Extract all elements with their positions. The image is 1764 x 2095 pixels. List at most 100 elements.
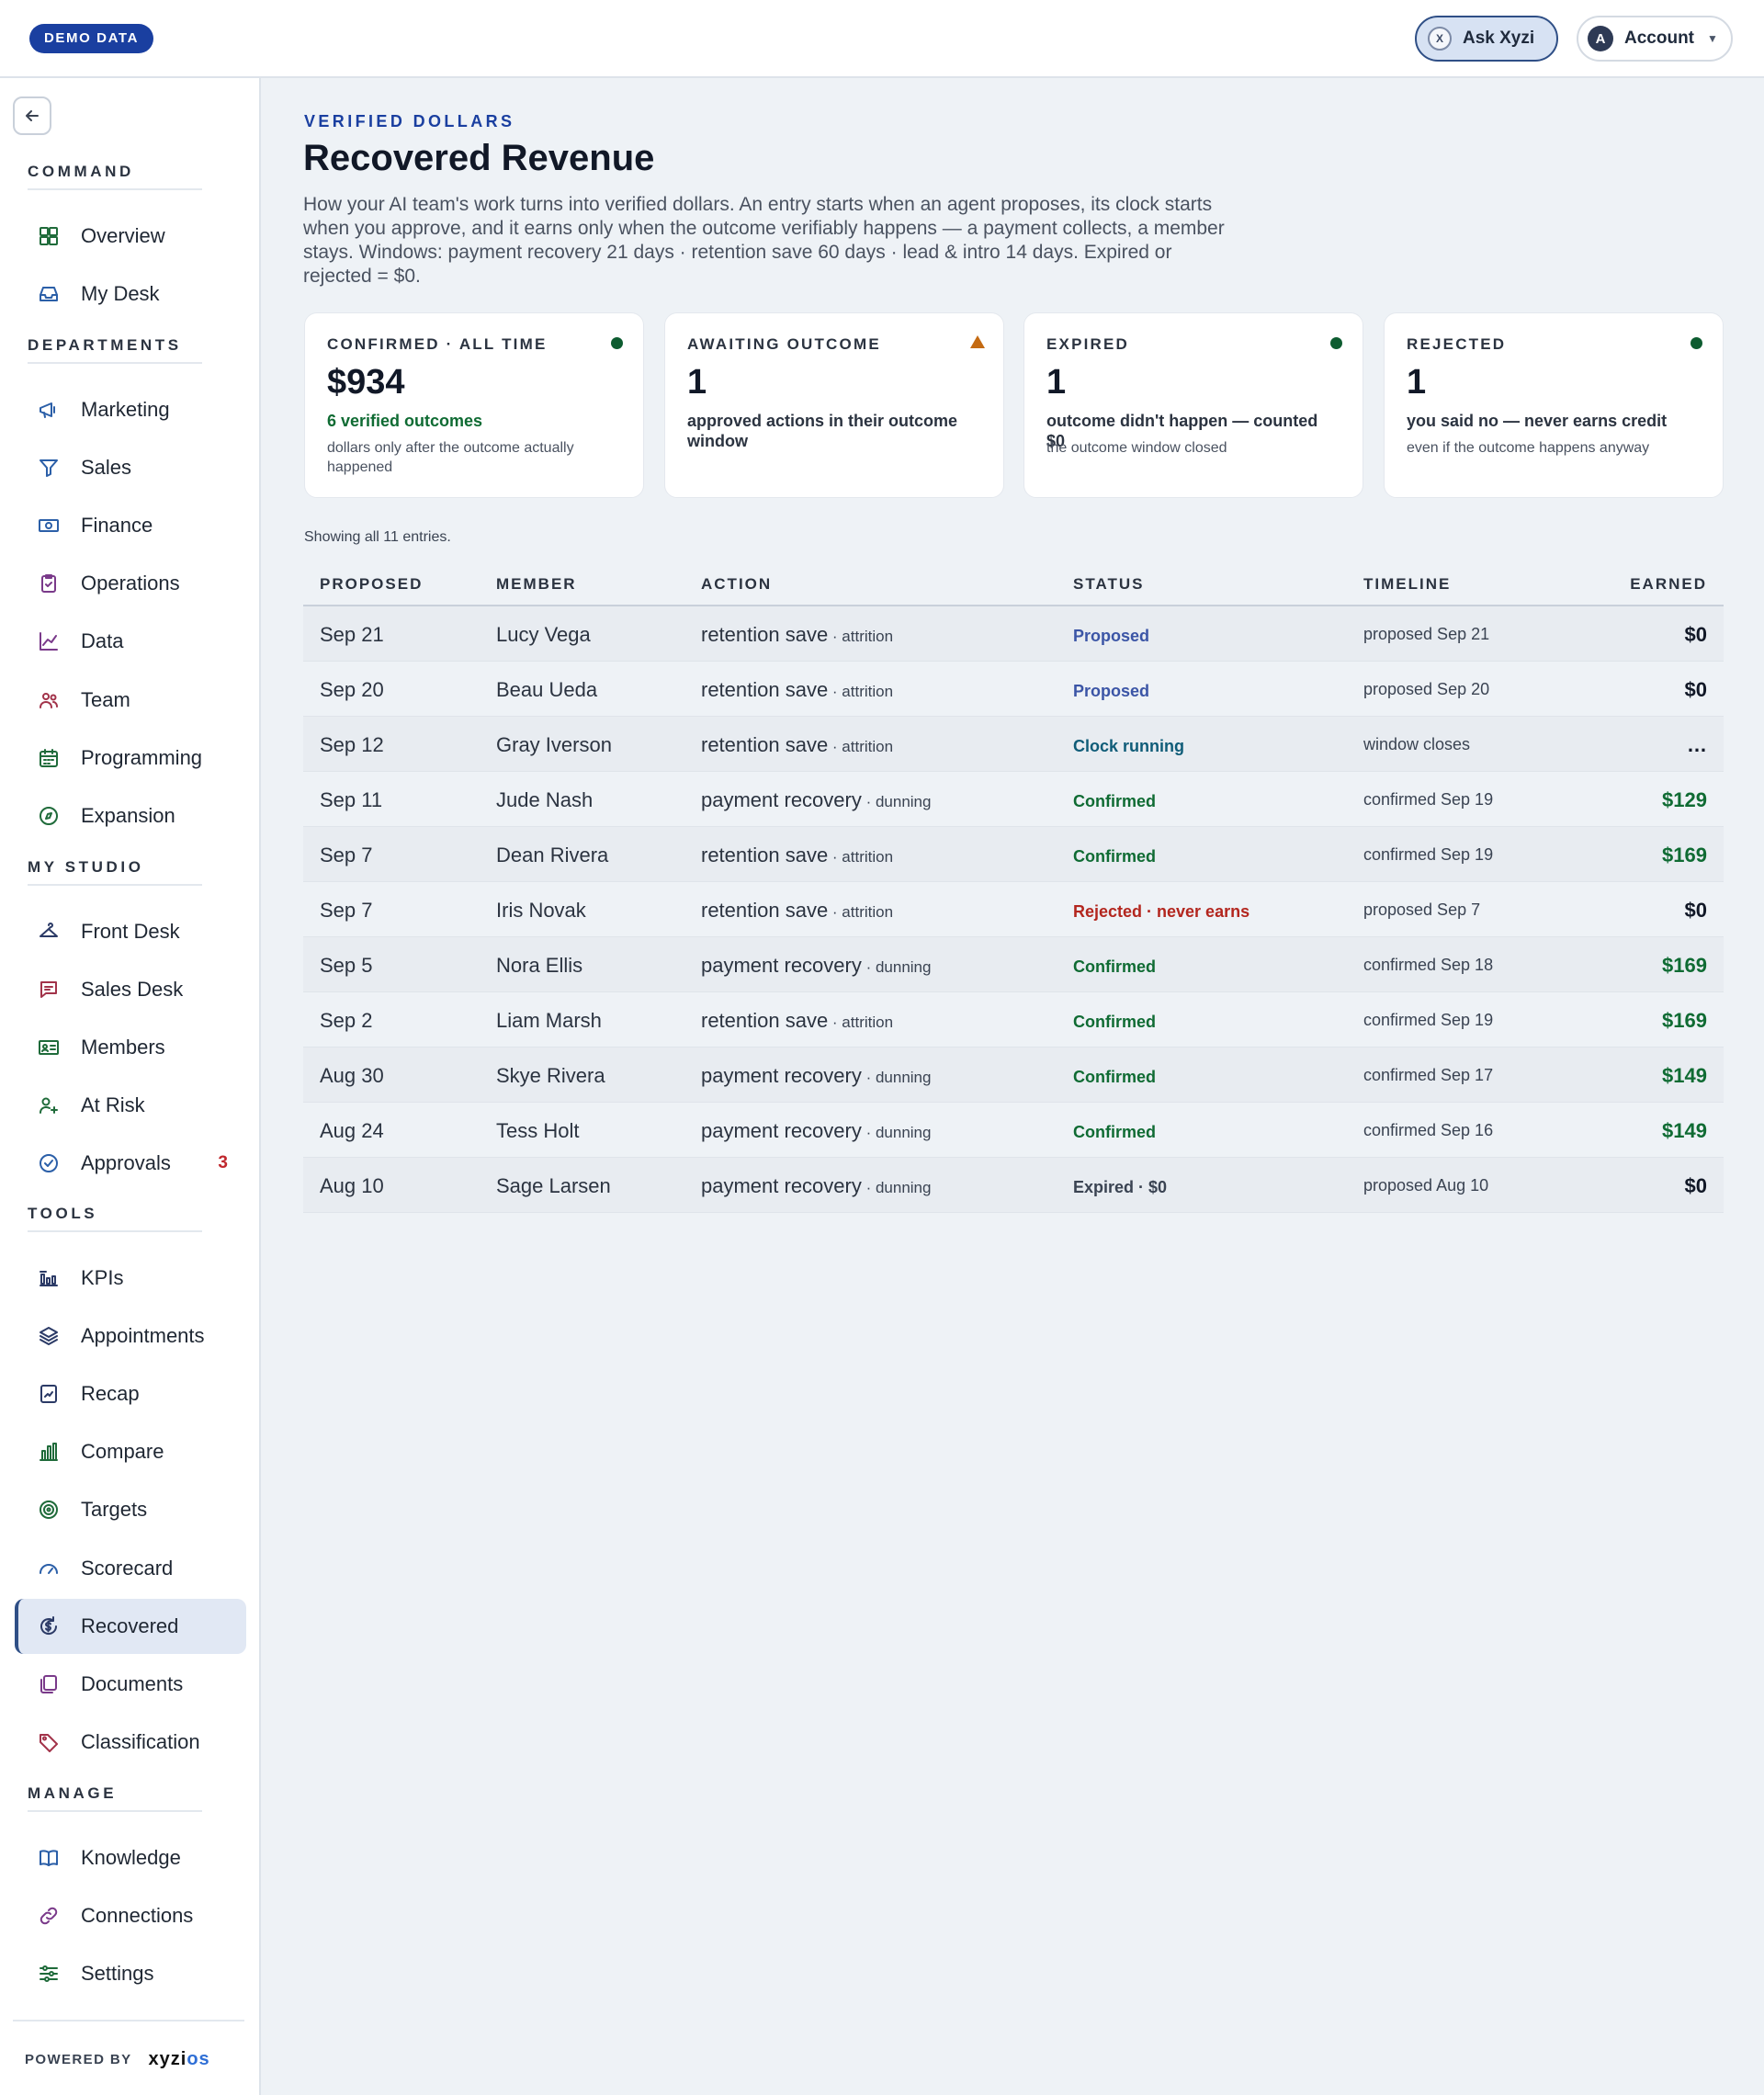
megaphone-icon — [37, 398, 61, 422]
sidebar-item-data[interactable]: Data — [15, 614, 246, 669]
account-label: Account — [1624, 28, 1694, 48]
column-header-proposed[interactable]: PROPOSED — [320, 575, 423, 594]
sidebar-item-marketing[interactable]: Marketing — [15, 382, 246, 437]
collapse-sidebar-button[interactable] — [13, 96, 51, 135]
cell-member: Lucy Vega — [496, 623, 591, 646]
column-header-earned[interactable]: EARNED — [1630, 575, 1707, 594]
cell-proposed: Sep 7 — [320, 899, 373, 922]
action-kind: · attrition — [828, 683, 894, 700]
cell-member: Gray Iverson — [496, 733, 612, 756]
hanger-icon — [37, 920, 61, 944]
cell-earned: $169 — [1662, 1009, 1707, 1032]
table-row[interactable]: Aug 30 Skye Rivera payment recovery · dunn… — [303, 1048, 1724, 1103]
status-badge: Confirmed — [1073, 1013, 1156, 1031]
column-header-timeline[interactable]: TIMELINE — [1363, 575, 1451, 594]
cell-timeline: proposed Sep 7 — [1363, 900, 1481, 919]
sidebar-item-sales-desk[interactable]: Sales Desk — [15, 962, 246, 1017]
sidebar-item-at-risk[interactable]: At Risk — [15, 1078, 246, 1133]
link-icon — [37, 1904, 61, 1928]
action-kind: · dunning — [861, 958, 932, 976]
sidebar-item-operations[interactable]: Operations — [15, 556, 246, 611]
table-row[interactable]: Sep 5 Nora Ellis payment recovery · dunnin… — [303, 937, 1724, 992]
sidebar-item-label: Operations — [81, 572, 180, 595]
sidebar-item-settings[interactable]: Settings — [15, 1946, 246, 2001]
sidebar-item-scorecard[interactable]: Scorecard — [15, 1541, 246, 1596]
table-row[interactable]: Sep 21 Lucy Vega retention save · attritio… — [303, 606, 1724, 662]
summary-card-expired: EXPIRED 1 outcome didn't happen — counted … — [1023, 312, 1363, 498]
table-row[interactable]: Aug 24 Tess Holt payment recovery · dunnin… — [303, 1103, 1724, 1158]
cell-earned: $129 — [1662, 788, 1707, 811]
sidebar-item-label: Approvals — [81, 1151, 171, 1175]
sidebar-item-finance[interactable]: Finance — [15, 498, 246, 553]
column-header-member[interactable]: MEMBER — [496, 575, 577, 594]
table-row[interactable]: Sep 11 Jude Nash payment recovery · dunnin… — [303, 772, 1724, 827]
card-subtitle: 6 verified outcomes — [327, 412, 483, 430]
sidebar-item-front-desk[interactable]: Front Desk — [15, 904, 246, 959]
table-row[interactable]: Sep 12 Gray Iverson retention save · attri… — [303, 717, 1724, 772]
table-row[interactable]: Sep 20 Beau Ueda retention save · attritio… — [303, 662, 1724, 717]
cell-action: payment recovery · dunning — [701, 954, 931, 978]
sidebar-item-label: At Risk — [81, 1093, 145, 1117]
action-kind: · dunning — [861, 1179, 932, 1196]
sidebar-item-appointments[interactable]: Appointments — [15, 1308, 246, 1364]
account-menu-button[interactable]: A Account ▼ — [1577, 16, 1733, 62]
cell-member: Jude Nash — [496, 788, 594, 811]
sidebar-item-team[interactable]: Team — [15, 673, 246, 728]
sidebar-item-my-desk[interactable]: My Desk — [15, 266, 246, 322]
sidebar-item-kpis[interactable]: KPIs — [15, 1251, 246, 1306]
sidebar-item-recovered[interactable]: Recovered — [15, 1598, 246, 1654]
sidebar-item-classification[interactable]: Classification — [15, 1715, 246, 1770]
recovered-revenue-table: PROPOSED MEMBER ACTION STATUS TIMELINE E… — [303, 562, 1724, 1213]
sidebar-item-label: Compare — [81, 1440, 164, 1464]
table-row[interactable]: Sep 2 Liam Marsh retention save · attritio… — [303, 992, 1724, 1048]
cell-action: retention save · attrition — [701, 844, 893, 867]
column-header-status[interactable]: STATUS — [1073, 575, 1144, 594]
column-header-action[interactable]: ACTION — [701, 575, 772, 594]
sidebar-item-sales[interactable]: Sales — [15, 440, 246, 495]
cell-member: Skye Rivera — [496, 1064, 605, 1087]
nav-section-title: TOOLS — [28, 1205, 98, 1222]
sidebar-item-members[interactable]: Members — [15, 1020, 246, 1075]
page-title: Recovered Revenue — [303, 138, 655, 178]
sidebar-item-connections[interactable]: Connections — [15, 1888, 246, 1943]
sidebar-item-overview[interactable]: Overview — [15, 209, 246, 264]
sidebar-item-expansion[interactable]: Expansion — [15, 788, 246, 844]
action-name: retention save — [701, 1009, 829, 1032]
ask-xyzi-button[interactable]: X Ask Xyzi — [1415, 16, 1558, 62]
avatar: A — [1588, 26, 1613, 51]
sliders-icon — [37, 1962, 61, 1986]
action-kind: · attrition — [828, 628, 894, 645]
sidebar-item-programming[interactable]: Programming — [15, 730, 246, 786]
chat-icon — [37, 978, 61, 1002]
status-dot-icon — [611, 337, 623, 349]
entries-count: Showing all 11 entries. — [304, 529, 451, 545]
action-name: payment recovery — [701, 1174, 862, 1197]
sidebar-item-recap[interactable]: Recap — [15, 1366, 246, 1421]
trend-doc-icon — [37, 1382, 61, 1406]
nav-section-divider — [28, 1810, 202, 1812]
brand-accent: os — [187, 2049, 210, 2069]
cell-proposed: Sep 11 — [320, 788, 383, 811]
table-row[interactable]: Sep 7 Dean Rivera retention save · attriti… — [303, 827, 1724, 882]
sidebar-item-label: Marketing — [81, 398, 170, 421]
nav-section-title: MANAGE — [28, 1784, 118, 1802]
cell-timeline: confirmed Sep 17 — [1363, 1066, 1494, 1084]
sidebar-item-knowledge[interactable]: Knowledge — [15, 1830, 246, 1886]
action-name: retention save — [701, 678, 829, 701]
sidebar-item-targets[interactable]: Targets — [15, 1482, 246, 1537]
table-row[interactable]: Aug 10 Sage Larsen payment recovery · dunn… — [303, 1158, 1724, 1213]
cell-action: retention save · attrition — [701, 733, 893, 757]
brand-main: xyzi — [148, 2049, 187, 2069]
sidebar-item-compare[interactable]: Compare — [15, 1424, 246, 1479]
action-name: payment recovery — [701, 788, 862, 811]
sidebar-item-approvals[interactable]: Approvals 3 — [15, 1136, 246, 1191]
sidebar-item-documents[interactable]: Documents — [15, 1657, 246, 1712]
users-icon — [37, 688, 61, 712]
table-row[interactable]: Sep 7 Iris Novak retention save · attritio… — [303, 882, 1724, 937]
user-plus-icon — [37, 1093, 61, 1117]
card-title: REJECTED — [1407, 335, 1507, 353]
sidebar-item-label: Expansion — [81, 803, 175, 827]
sidebar-item-label: Scorecard — [81, 1556, 174, 1580]
warning-triangle-icon — [970, 335, 985, 348]
sidebar-item-label: Sales Desk — [81, 978, 184, 1002]
